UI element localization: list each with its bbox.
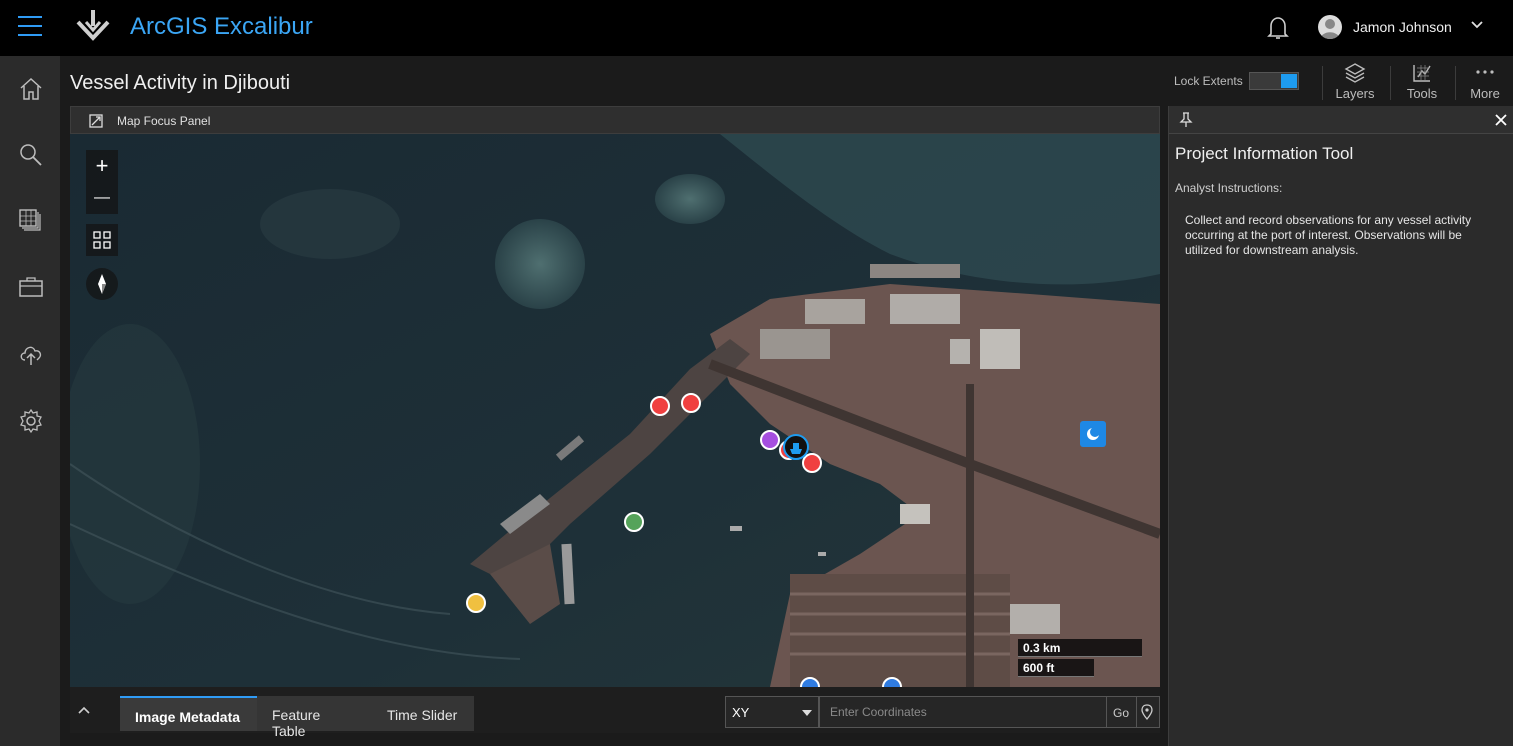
project-information-panel: Project Information Tool Analyst Instruc… <box>1168 106 1513 746</box>
toggle-knob <box>1281 74 1297 88</box>
tools-label: Tools <box>1406 86 1438 101</box>
location-pin-button[interactable] <box>1137 696 1160 728</box>
left-navigation <box>0 56 60 746</box>
top-bar: ArcGIS Excalibur Jamon Johnson <box>0 0 1513 56</box>
focus-panel-icon[interactable] <box>89 114 103 128</box>
briefcase-icon[interactable] <box>18 274 44 300</box>
scale-ft: 600 ft <box>1018 659 1094 677</box>
grid-qr-icon <box>93 231 111 249</box>
user-name[interactable]: Jamon Johnson <box>1353 19 1452 35</box>
excalibur-logo <box>76 10 110 41</box>
toolbar-divider <box>1390 66 1391 100</box>
map-focus-panel-header: Map Focus Panel <box>70 106 1160 134</box>
search-icon[interactable] <box>18 142 44 168</box>
vessel-marker-red[interactable] <box>681 393 701 413</box>
lock-extents-toggle[interactable] <box>1249 72 1299 90</box>
image-stack-icon[interactable] <box>18 208 44 234</box>
more-label: More <box>1470 86 1500 101</box>
compass-icon <box>98 274 106 294</box>
compass-button[interactable] <box>86 268 118 300</box>
tab-image-metadata[interactable]: Image Metadata <box>120 696 257 731</box>
coordinate-system-value: XY <box>732 705 750 720</box>
zoom-in-label: + <box>95 153 109 178</box>
panel-title: Project Information Tool <box>1175 144 1354 163</box>
layers-icon <box>1344 63 1366 83</box>
toolbar-divider <box>1322 66 1323 100</box>
tab-time-slider[interactable]: Time Slider <box>372 696 474 731</box>
layers-label: Layers <box>1335 86 1375 101</box>
map-view[interactable]: + — 0.3 km 600 ft <box>70 134 1160 687</box>
basemap-grid-button[interactable] <box>86 224 118 256</box>
coordinates-input[interactable] <box>819 696 1107 728</box>
go-button[interactable]: Go <box>1107 696 1137 728</box>
chevron-up-icon[interactable] <box>76 703 92 719</box>
dropdown-arrow-icon <box>802 710 812 716</box>
map-focus-panel-label: Map Focus Panel <box>117 114 211 128</box>
upload-cloud-icon[interactable] <box>18 341 44 367</box>
notification-bell-icon[interactable] <box>1266 15 1290 41</box>
gear-icon[interactable] <box>18 408 44 434</box>
pin-icon[interactable] <box>1179 112 1193 128</box>
app-title: ArcGIS Excalibur <box>130 13 313 40</box>
scale-km: 0.3 km <box>1018 639 1142 657</box>
page-title: Vessel Activity in Djibouti <box>70 72 291 94</box>
vessel-marker-yellow[interactable] <box>466 593 486 613</box>
vessel-marker-purple[interactable] <box>760 430 780 450</box>
vessel-ship-icon[interactable] <box>783 434 809 460</box>
layers-button[interactable]: Layers <box>1330 60 1380 104</box>
zoom-out-button[interactable]: — <box>86 182 118 214</box>
map-scale-bar: 0.3 km 600 ft <box>1018 639 1142 679</box>
zoom-in-button[interactable]: + <box>86 150 118 182</box>
more-dots-icon <box>1476 70 1494 74</box>
toolbar-divider <box>1455 66 1456 100</box>
tab-feature-table[interactable]: Feature Table <box>257 696 372 739</box>
bottom-panel-bar: Image Metadata Feature Table Time Slider… <box>70 687 1160 739</box>
location-pin-icon <box>1141 704 1153 721</box>
zoom-out-label: — <box>94 189 110 206</box>
chevron-down-icon[interactable] <box>1470 18 1484 32</box>
lock-extents-label: Lock Extents <box>1174 74 1243 88</box>
analyst-instructions: Collect and record observations for any … <box>1185 213 1472 257</box>
satellite-imagery <box>70 134 1160 687</box>
vessel-marker-red[interactable] <box>650 396 670 416</box>
tools-icon <box>1413 65 1431 82</box>
coordinate-system-select[interactable]: XY <box>725 696 819 728</box>
point-of-interest-icon[interactable] <box>1080 421 1106 447</box>
user-avatar[interactable] <box>1318 15 1342 39</box>
close-icon[interactable] <box>1493 112 1509 128</box>
vessel-marker-green[interactable] <box>624 512 644 532</box>
more-button[interactable]: More <box>1460 60 1510 104</box>
panel-header <box>1169 106 1513 134</box>
tools-button[interactable]: Tools <box>1397 60 1447 104</box>
home-icon[interactable] <box>18 76 44 102</box>
panel-subtitle: Analyst Instructions: <box>1175 181 1283 195</box>
hamburger-menu-icon[interactable] <box>18 16 42 38</box>
